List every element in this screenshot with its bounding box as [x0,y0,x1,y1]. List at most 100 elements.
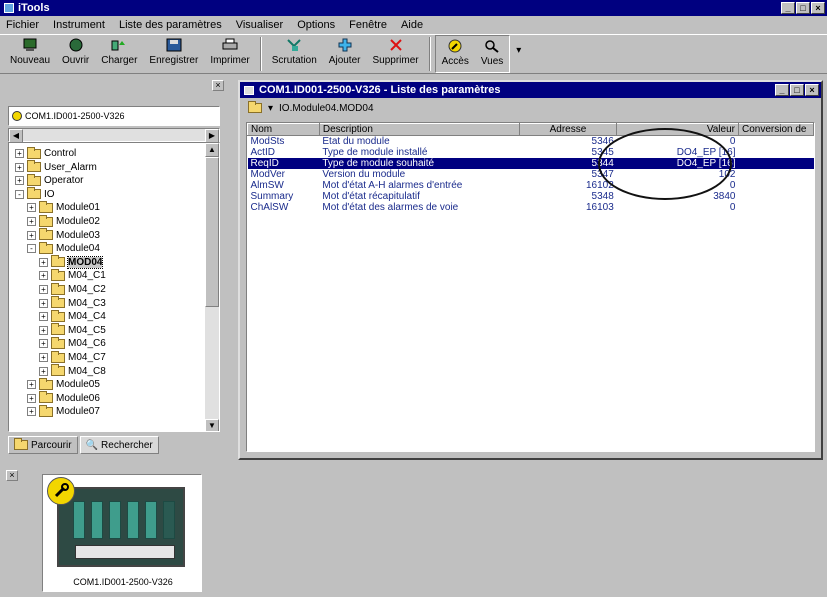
expand-icon[interactable]: + [39,339,48,349]
toolbar: Nouveau Ouvrir Charger Enregistrer Impri… [0,34,827,74]
views-button[interactable]: Vues [475,36,509,74]
print-button[interactable]: Imprimer [204,35,255,73]
tree-item[interactable]: + Module06 [27,391,100,405]
minimize-button[interactable]: _ [781,2,795,14]
expand-icon[interactable]: + [39,353,48,362]
expand-icon[interactable]: + [27,230,36,240]
open-button[interactable]: Ouvrir [56,35,95,73]
maximize-button[interactable]: □ [796,2,810,14]
tree-item[interactable]: + M04_C8 [39,364,106,378]
horizontal-scrollbar[interactable]: ◀ ▶ [8,128,220,143]
device-combo[interactable]: COM1.ID001-2500-V326 [8,106,220,126]
list-maximize-button[interactable]: □ [790,84,804,96]
tree-item[interactable]: + M04_C4 [39,309,106,323]
tree-item[interactable]: + M04_C6 [39,336,106,350]
collapse-icon[interactable]: - [15,189,24,199]
tree-item-label: M04_C2 [68,284,106,295]
table-row[interactable]: ChAlSW Mot d'état des alarmes de voie 1610… [248,202,814,213]
cell-desc: Mot d'état A-H alarmes d'entrée [322,180,463,191]
table-row[interactable]: ModSts Etat du module 5346 0 [248,136,814,147]
load-button[interactable]: Charger [95,35,143,73]
column-header-conversion[interactable]: Conversion de [737,123,815,136]
table-row[interactable]: Summary Mot d'état récapitulatif 5348 3840 [248,191,814,202]
tree-item[interactable]: + M04_C3 [39,296,106,310]
tree-item[interactable]: - IO [15,187,55,201]
panel-close-button[interactable]: × [212,80,224,91]
expand-icon[interactable]: + [15,162,24,172]
tree-item[interactable]: - Module04 [27,241,100,255]
expand-icon[interactable]: + [15,176,24,186]
delete-button[interactable]: Supprimer [366,35,424,73]
scan-button[interactable]: Scrutation [266,35,323,73]
instrument-thumbnail[interactable]: COM1.ID001-2500-V326 [42,474,202,592]
expand-icon[interactable]: + [39,271,48,281]
tree-item-label: M04_C6 [68,338,106,350]
cell-desc: Type de module installé [322,147,428,158]
expand-icon[interactable]: + [27,407,36,417]
tree-item[interactable]: + M04_C2 [39,282,106,296]
tab-search[interactable]: 🔍 Rechercher [79,436,159,454]
cell-conversion [738,169,813,180]
tree-item[interactable]: + M04_C1 [39,268,106,282]
path-dropdown-icon[interactable]: ▾ [268,103,273,114]
access-button[interactable]: Accès [436,36,475,74]
menu-aide[interactable]: Aide [401,19,423,31]
menu-options[interactable]: Options [297,19,335,31]
tree-item[interactable]: + M04_C5 [39,323,106,337]
tree-item[interactable]: + Module05 [27,377,100,391]
menu-liste-parametres[interactable]: Liste des paramètres [119,19,222,31]
expand-icon[interactable]: + [39,325,48,335]
close-button[interactable]: × [811,2,825,14]
scroll-thumb[interactable] [205,157,219,307]
expand-icon[interactable]: + [27,393,36,403]
expand-icon[interactable]: + [39,257,48,267]
list-window-icon [244,85,254,95]
menu-instrument[interactable]: Instrument [53,19,105,31]
tree-item[interactable]: + Control [15,146,76,160]
save-button[interactable]: Enregistrer [143,35,204,73]
collapse-icon[interactable]: - [27,244,36,254]
toolbar-overflow-button[interactable]: ▾ [510,35,527,73]
new-button[interactable]: Nouveau [4,35,56,73]
expand-icon[interactable]: + [39,285,48,294]
scroll-down-icon[interactable]: ▼ [205,419,219,431]
tree-item[interactable]: + User_Alarm [15,160,97,174]
tree-item[interactable]: + Module07 [27,404,100,418]
menu-visualiser[interactable]: Visualiser [236,19,284,31]
tree-item[interactable]: + Module01 [27,200,100,214]
scroll-left-icon[interactable]: ◀ [9,129,23,143]
add-button[interactable]: Ajouter [323,35,367,73]
scroll-up-icon[interactable]: ▲ [205,143,219,157]
column-header-address[interactable]: Adresse [518,123,618,136]
parameter-tree[interactable]: + Control + User_Alarm + Operator - IO + Module01… [8,142,220,432]
expand-icon[interactable]: + [27,217,36,226]
scroll-right-icon[interactable]: ▶ [205,129,219,143]
expand-icon[interactable]: + [15,149,24,158]
expand-icon[interactable]: + [39,366,48,376]
table-row[interactable]: AlmSW Mot d'état A-H alarmes d'entrée 1610… [248,180,814,191]
column-header-name[interactable]: Nom [247,123,320,136]
tree-item[interactable]: + Module03 [27,228,100,242]
expand-icon[interactable]: + [39,298,48,308]
expand-icon[interactable]: + [27,380,36,390]
tree-item[interactable]: + MOD04 [39,255,104,269]
wrench-icon [47,477,75,505]
instrument-label: COM1.ID001-2500-V326 [73,577,173,587]
column-header-description[interactable]: Description [318,123,520,136]
tab-browse[interactable]: Parcourir [8,436,78,454]
plus-icon [336,37,354,53]
menu-fenetre[interactable]: Fenêtre [349,19,387,31]
tree-item[interactable]: + M04_C7 [39,350,106,364]
expand-icon[interactable]: + [39,312,48,322]
cell-conversion [738,158,814,169]
folder-icon [51,296,65,309]
tree-item[interactable]: + Module02 [27,214,100,228]
list-minimize-button[interactable]: _ [775,84,789,96]
panel-close-button[interactable]: × [6,470,18,481]
expand-icon[interactable]: + [27,203,36,213]
menu-fichier[interactable]: Fichier [6,19,39,31]
vertical-scrollbar[interactable]: ▲ ▼ [205,143,219,431]
list-close-button[interactable]: × [805,84,819,96]
tree-item[interactable]: + Operator [15,173,83,187]
folder-icon [27,160,41,173]
